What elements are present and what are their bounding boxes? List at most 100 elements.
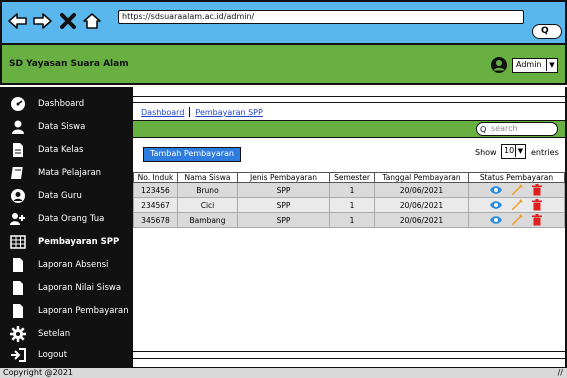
resize-handle-icon[interactable]: //	[558, 368, 563, 378]
sidebar-item-label: Setelan	[38, 329, 71, 339]
browser-toolbar: https://sdsuaraalam.ac.id/admin/ Q	[0, 0, 567, 45]
table-row: 123456 Bruno SPP 1 20/06/2021	[133, 182, 565, 198]
breadcrumb-separator	[189, 107, 191, 117]
sidebar-item-mata-pelajaran[interactable]: Mata Pelajaran	[0, 162, 133, 184]
search-input[interactable]: Q search	[476, 122, 558, 136]
cell-tanggal: 20/06/2021	[374, 182, 469, 198]
add-user-icon	[10, 213, 25, 225]
table-header-row: No. Induk Nama Siswa Jenis Pembayaran Se…	[133, 172, 565, 183]
footer: Copyright @2021 //	[0, 367, 567, 378]
view-icon[interactable]	[490, 199, 503, 211]
gear-icon	[10, 326, 26, 342]
cell-no-induk: 234567	[133, 197, 178, 213]
edit-icon[interactable]	[511, 214, 523, 226]
view-icon[interactable]	[490, 184, 503, 196]
column-header: Jenis Pembayaran	[237, 172, 330, 183]
school-name: SD Yayasan Suara Alam	[9, 59, 129, 69]
delete-icon[interactable]	[531, 199, 543, 211]
column-header: Semester	[329, 172, 375, 183]
dashboard-icon	[11, 97, 25, 111]
sidebar-item-setelan[interactable]: Setelan	[0, 323, 133, 345]
book-icon	[11, 167, 23, 179]
cell-no-induk: 123456	[133, 182, 178, 198]
cell-jenis: SPP	[237, 182, 330, 198]
sidebar-item-dashboard[interactable]: Dashboard	[0, 93, 133, 115]
table-row: 234567 Cici SPP 1 20/06/2021	[133, 197, 565, 213]
column-header: Tanggal Pembayaran	[374, 172, 469, 183]
sidebar-item-label: Data Orang Tua	[38, 214, 105, 224]
cell-actions	[468, 212, 565, 228]
app-header: SD Yayasan Suara Alam Admin ▼	[0, 45, 567, 85]
column-header: No. Induk	[133, 172, 178, 183]
delete-icon[interactable]	[531, 184, 543, 196]
divider	[133, 96, 565, 103]
close-icon[interactable]	[58, 11, 78, 31]
copyright-text: Copyright @2021	[3, 368, 73, 377]
cell-jenis: SPP	[237, 212, 330, 228]
sidebar-item-label: Data Kelas	[38, 145, 84, 155]
sidebar: Dashboard Data Siswa Data Kelas Mata Pel…	[0, 87, 133, 367]
sidebar-item-label: Mata Pelajaran	[38, 168, 102, 178]
entries-label: entries	[531, 148, 559, 157]
table-row: 345678 Bambang SPP 1 20/06/2021	[133, 212, 565, 228]
cell-actions	[468, 182, 565, 198]
browser-search-button[interactable]: Q	[532, 24, 562, 39]
url-bar[interactable]: https://sdsuaraalam.ac.id/admin/	[118, 10, 524, 24]
column-header: Nama Siswa	[177, 172, 238, 183]
search-icon: Q	[541, 26, 549, 36]
cell-actions	[468, 197, 565, 213]
sidebar-item-label: Dashboard	[38, 99, 85, 109]
sidebar-item-label: Laporan Absensi	[38, 260, 109, 270]
column-header: Status Pembayaran	[468, 172, 565, 183]
cell-no-induk: 345678	[133, 212, 178, 228]
sidebar-item-laporan-nilai-siswa[interactable]: Laporan Nilai Siswa	[0, 277, 133, 299]
forward-icon[interactable]	[32, 11, 52, 31]
entries-select[interactable]: 10 ▼	[501, 144, 526, 159]
user-icon	[12, 120, 24, 134]
admin-dropdown[interactable]: Admin ▼	[512, 58, 558, 73]
search-icon: Q	[480, 125, 487, 134]
document-icon	[13, 143, 23, 157]
cell-nama: Cici	[177, 197, 238, 213]
sidebar-item-label: Laporan Nilai Siswa	[38, 283, 122, 293]
cell-nama: Bruno	[177, 182, 238, 198]
edit-icon[interactable]	[511, 199, 523, 211]
cell-semester: 1	[329, 182, 375, 198]
sidebar-item-laporan-pembayaran[interactable]: Laporan Pembayaran	[0, 300, 133, 322]
search-bar: Q search	[133, 120, 565, 138]
home-icon[interactable]	[82, 11, 102, 31]
breadcrumb-pembayaran-spp[interactable]: Pembayaran SPP	[195, 108, 262, 117]
table-icon	[10, 235, 26, 249]
file-icon	[13, 258, 23, 272]
show-label: Show	[475, 148, 497, 157]
back-icon[interactable]	[8, 11, 28, 31]
main-content: Dashboard Pembayaran SPP Q search Tambah …	[133, 87, 567, 367]
sidebar-item-data-siswa[interactable]: Data Siswa	[0, 116, 133, 138]
delete-icon[interactable]	[531, 214, 543, 226]
sidebar-item-data-kelas[interactable]: Data Kelas	[0, 139, 133, 161]
sidebar-item-laporan-absensi[interactable]: Laporan Absensi	[0, 254, 133, 276]
divider	[133, 351, 565, 359]
cell-semester: 1	[329, 212, 375, 228]
sidebar-item-label: Data Guru	[38, 191, 82, 201]
sidebar-item-data-orang-tua[interactable]: Data Orang Tua	[0, 208, 133, 230]
admin-label: Admin	[516, 60, 542, 69]
chevron-down-icon: ▼	[546, 59, 557, 71]
sidebar-item-pembayaran-spp[interactable]: Pembayaran SPP	[0, 231, 133, 253]
chevron-down-icon: ▼	[515, 145, 525, 157]
add-payment-button[interactable]: Tambah Pembayaran	[143, 147, 241, 162]
sidebar-item-logout[interactable]: Logout	[0, 344, 133, 366]
view-icon[interactable]	[490, 214, 503, 226]
sidebar-item-label: Logout	[38, 350, 68, 360]
breadcrumb-dashboard[interactable]: Dashboard	[141, 108, 184, 117]
user-avatar-icon[interactable]	[490, 56, 508, 74]
edit-icon[interactable]	[511, 184, 523, 196]
sidebar-item-label: Data Siswa	[38, 122, 86, 132]
search-placeholder: search	[491, 124, 518, 133]
file-icon	[13, 281, 23, 295]
payments-table: No. Induk Nama Siswa Jenis Pembayaran Se…	[133, 172, 565, 228]
breadcrumb: Dashboard Pembayaran SPP	[141, 107, 263, 117]
sidebar-item-data-guru[interactable]: Data Guru	[0, 185, 133, 207]
entries-value: 10	[504, 146, 515, 155]
cell-nama: Bambang	[177, 212, 238, 228]
